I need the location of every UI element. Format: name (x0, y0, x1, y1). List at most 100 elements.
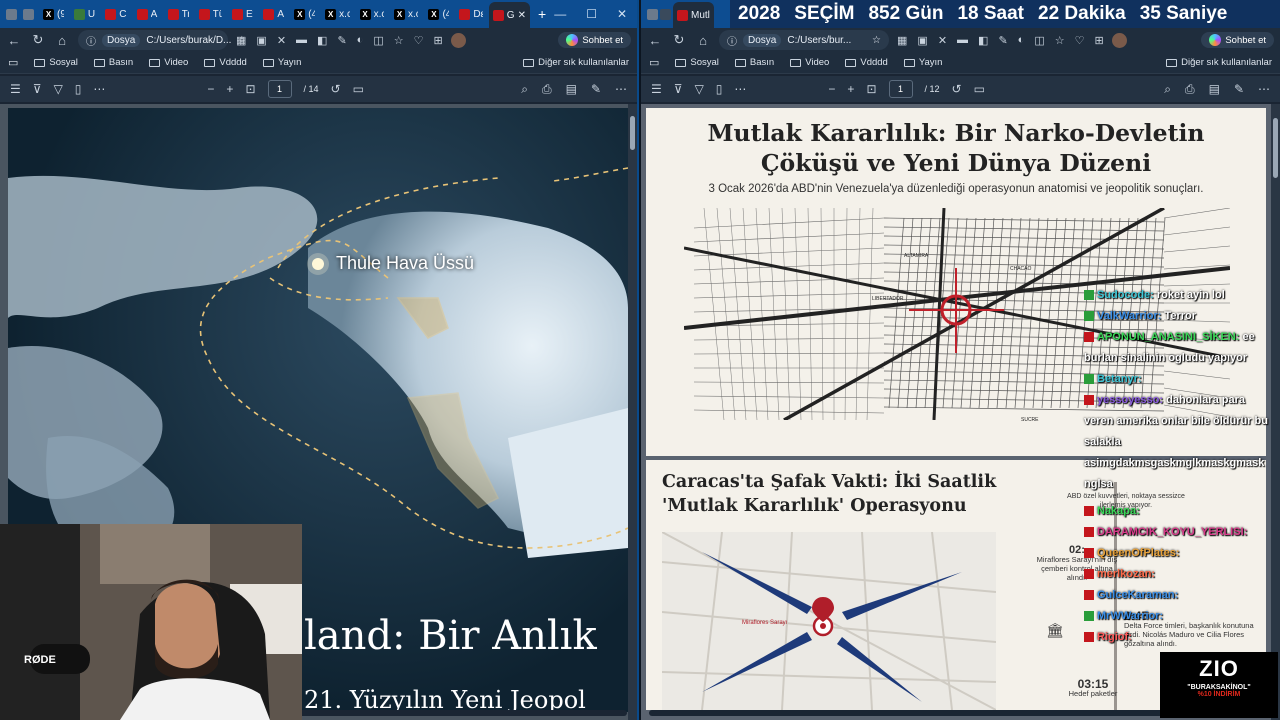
bookmark-folder[interactable]: Basın (93, 57, 133, 68)
bookmark-folder[interactable]: Yayın (262, 57, 301, 68)
chat-username[interactable]: APONUN_ANASINI_SİKEN (1097, 331, 1236, 343)
browser-tab[interactable]: Xx.c (321, 3, 353, 25)
browser-tab[interactable]: Gr✕ (488, 2, 531, 28)
bookmark-folder[interactable]: Video (149, 57, 188, 68)
browser-tab[interactable]: X(4 (424, 3, 453, 25)
back-icon[interactable]: ← (6, 33, 22, 48)
extension-icon[interactable]: ◐ (1018, 34, 1025, 47)
minimize-icon[interactable]: — (554, 7, 566, 21)
bookmark-folder[interactable]: Video (790, 57, 829, 68)
bookmark-folder[interactable]: Vdddd (845, 57, 888, 68)
chat-username[interactable]: GulceKaraman (1097, 589, 1175, 601)
url-field[interactable]: ⓘ Dosya C:/Users/burak/D... ☆ (78, 30, 246, 50)
back-icon[interactable]: ← (647, 33, 663, 48)
more-icon[interactable]: ⋯ (93, 82, 105, 96)
favorites-icon[interactable]: ☆ (394, 34, 404, 47)
bookmark-folder[interactable]: Yayın (903, 57, 942, 68)
split-icon[interactable]: ◫ (1034, 34, 1044, 47)
chat-username[interactable]: merlkozan (1097, 568, 1151, 580)
draw-icon[interactable]: ✎ (1234, 82, 1244, 97)
collections-icon[interactable]: ♡ (414, 34, 424, 47)
filter-icon[interactable]: ⊽ (674, 82, 683, 96)
browser-tab[interactable]: X(4 (290, 3, 319, 25)
favorites-icon[interactable]: ☆ (1055, 34, 1065, 47)
scrollbar-thumb[interactable] (630, 116, 635, 150)
new-tab-button[interactable]: + (532, 6, 552, 22)
extension-icon[interactable]: ▦ (897, 34, 907, 47)
copilot-button[interactable]: Sohbet et (558, 32, 631, 48)
profile-avatar[interactable] (1111, 32, 1127, 48)
other-favorites[interactable]: Diğer sık kullanılanlar (1166, 57, 1272, 68)
collections-icon[interactable]: ♡ (1075, 34, 1085, 47)
page-number-input[interactable]: 1 (267, 80, 292, 98)
workspaces-icon[interactable] (6, 8, 17, 20)
browser-tab[interactable]: Al (133, 3, 162, 25)
save-icon[interactable]: ▤ (1209, 82, 1220, 97)
browser-tab[interactable]: Cl (101, 3, 130, 25)
chat-username[interactable]: DARAMCIK_KOYU_YERLISI (1097, 526, 1244, 538)
filter-icon[interactable]: ⊽ (33, 82, 42, 96)
vertical-scrollbar[interactable] (628, 104, 637, 720)
chat-username[interactable]: yessoyesso (1097, 394, 1159, 406)
two-page-icon[interactable]: ▭ (974, 82, 985, 96)
sidebar-icon[interactable]: ▯ (75, 82, 82, 96)
extensions-icon[interactable]: ⊞ (1094, 34, 1103, 47)
extension-icon[interactable]: ✕ (938, 34, 947, 47)
split-icon[interactable]: ◫ (373, 34, 383, 47)
refresh-icon[interactable]: ↻ (671, 32, 687, 48)
search-icon[interactable]: ⌕ (1164, 82, 1171, 97)
chat-username[interactable]: QueenOfPlates (1097, 547, 1176, 559)
tab-active[interactable]: Mutl (673, 2, 714, 28)
workspaces-icon[interactable] (647, 8, 658, 20)
menu-icon[interactable]: ☰ (10, 82, 21, 96)
extension-icon[interactable]: ▣ (256, 34, 266, 47)
search-icon[interactable]: ⌕ (521, 82, 528, 97)
browser-tab[interactable] (19, 3, 37, 25)
draw-icon[interactable]: ✎ (591, 82, 601, 97)
print-icon[interactable]: ⎙ (542, 82, 552, 97)
browser-tab[interactable]: Al (259, 3, 288, 25)
extension-icon[interactable]: ▣ (917, 34, 927, 47)
chat-username[interactable]: ValkWarrior (1097, 310, 1158, 322)
reading-icon[interactable]: ▭ (649, 56, 659, 69)
home-icon[interactable]: ⌂ (695, 33, 711, 48)
bookmark-folder[interactable]: Sosyal (34, 57, 78, 68)
bookmark-folder[interactable]: Vdddd (204, 57, 247, 68)
rotate-icon[interactable]: ↺ (331, 82, 341, 96)
more-icon[interactable]: ⋯ (734, 82, 746, 96)
chat-username[interactable]: Nakapa (1097, 505, 1136, 517)
browser-tab[interactable]: X(9 (39, 3, 68, 25)
browser-tab[interactable]: Tü (195, 3, 226, 25)
chat-username[interactable]: Betanyr (1097, 373, 1138, 385)
fit-icon[interactable]: ⊡ (866, 82, 876, 96)
extension-icon[interactable]: ✕ (277, 34, 286, 47)
chat-username[interactable]: Rigiof (1097, 631, 1128, 643)
fit-icon[interactable]: ⊡ (245, 82, 255, 96)
bookmark-folder[interactable]: Basın (734, 57, 774, 68)
chat-username[interactable]: MrWWarrior (1097, 610, 1160, 622)
browser-tab[interactable]: Ul (70, 3, 99, 25)
profile-avatar[interactable] (450, 32, 466, 48)
sidebar-icon[interactable]: ▯ (716, 82, 723, 96)
close-tab-icon[interactable]: ✕ (518, 10, 526, 21)
home-icon[interactable]: ⌂ (54, 33, 70, 48)
refresh-icon[interactable]: ↻ (30, 32, 46, 48)
draw-filter-icon[interactable]: ▽ (695, 82, 704, 96)
zoom-in-icon[interactable]: + (226, 82, 233, 96)
extension-icon[interactable]: ◧ (317, 34, 327, 47)
browser-tab[interactable]: Et (228, 3, 257, 25)
extension-icon[interactable]: ◧ (978, 34, 988, 47)
two-page-icon[interactable]: ▭ (353, 82, 364, 96)
zoom-out-icon[interactable]: − (207, 82, 214, 96)
more-options-icon[interactable]: ⋯ (615, 82, 627, 97)
zoom-in-icon[interactable]: + (847, 82, 854, 96)
page-number-input[interactable]: 1 (888, 80, 913, 98)
star-icon[interactable]: ☆ (872, 35, 881, 46)
browser-tab[interactable]: Xx.c (390, 3, 422, 25)
url-field[interactable]: ⓘ Dosya C:/Users/bur... ☆ (719, 30, 889, 50)
zoom-out-icon[interactable]: − (828, 82, 835, 96)
more-options-icon[interactable]: ⋯ (1258, 82, 1270, 97)
extension-icon[interactable]: ▦ (236, 34, 246, 47)
print-icon[interactable]: ⎙ (1185, 82, 1195, 97)
save-icon[interactable]: ▤ (566, 82, 577, 97)
